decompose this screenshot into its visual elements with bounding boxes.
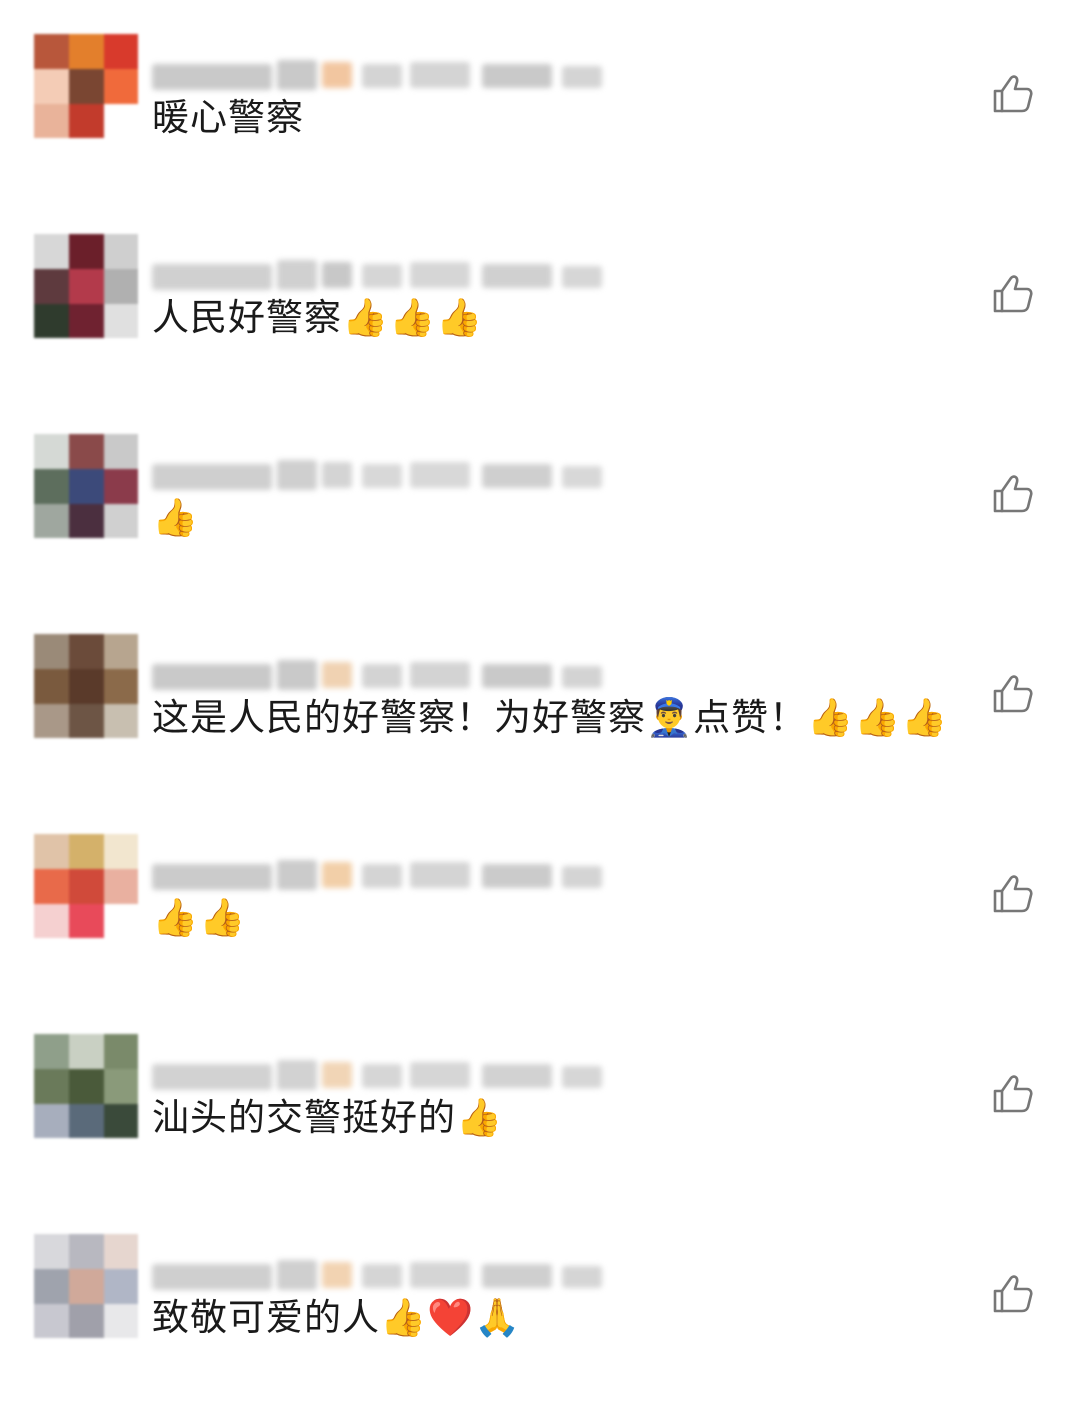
blurred-username [152, 252, 622, 296]
comment-text: 致敬可爱的人👍❤️🙏 [152, 1296, 522, 1339]
comment-item: 👍 [0, 434, 1080, 634]
thumbs-up-icon [991, 72, 1035, 116]
comment-text: 👍 [152, 496, 200, 539]
avatar[interactable] [34, 634, 138, 738]
thumbs-up-icon [991, 872, 1035, 916]
comment-text: 暖心警察 [152, 96, 304, 139]
avatar[interactable] [34, 1234, 138, 1338]
thumbs-up-icon [991, 1072, 1035, 1116]
like-button[interactable] [991, 1072, 1035, 1116]
avatar[interactable] [34, 434, 138, 538]
blurred-username [152, 852, 622, 896]
comment-item: 暖心警察 [0, 34, 1080, 234]
like-button[interactable] [991, 272, 1035, 316]
like-button[interactable] [991, 72, 1035, 116]
comment-item: 人民好警察👍👍👍 [0, 234, 1080, 434]
like-button[interactable] [991, 1272, 1035, 1316]
blurred-username [152, 1252, 622, 1296]
like-button[interactable] [991, 472, 1035, 516]
like-button[interactable] [991, 872, 1035, 916]
blurred-username [152, 452, 622, 496]
comment-text: 👍👍 [152, 896, 247, 939]
avatar[interactable] [34, 834, 138, 938]
comment-item: 这是人民的好警察！为好警察👮‍♂️点赞！👍👍👍 [0, 634, 1080, 834]
comment-text: 汕头的交警挺好的👍 [152, 1096, 504, 1139]
avatar[interactable] [34, 234, 138, 338]
comment-item: 👍👍 [0, 834, 1080, 1034]
comment-item: 汕头的交警挺好的👍 [0, 1034, 1080, 1234]
thumbs-up-icon [991, 472, 1035, 516]
comment-text: 这是人民的好警察！为好警察👮‍♂️点赞！👍👍👍 [152, 696, 949, 739]
like-button[interactable] [991, 672, 1035, 716]
comment-item: 致敬可爱的人👍❤️🙏 [0, 1234, 1080, 1410]
thumbs-up-icon [991, 1272, 1035, 1316]
avatar[interactable] [34, 1034, 138, 1138]
blurred-username [152, 1052, 622, 1096]
thumbs-up-icon [991, 672, 1035, 716]
comment-text: 人民好警察👍👍👍 [152, 296, 484, 339]
avatar[interactable] [34, 34, 138, 138]
blurred-username [152, 52, 622, 96]
blurred-username [152, 652, 622, 696]
thumbs-up-icon [991, 272, 1035, 316]
